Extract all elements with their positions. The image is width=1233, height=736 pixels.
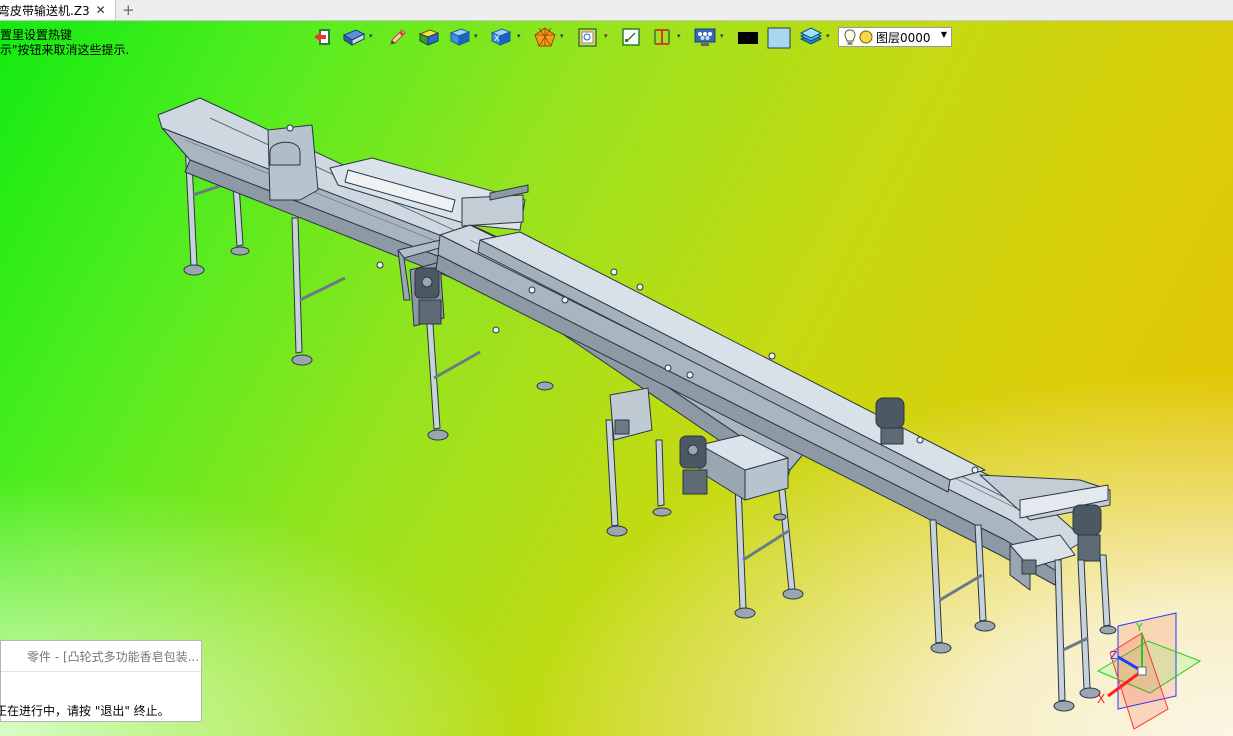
pen-icon[interactable] <box>388 27 408 47</box>
dropdown-arrow-icon[interactable]: ▾ <box>826 32 830 40</box>
color-swatch-black[interactable] <box>737 27 759 47</box>
panel-message: 正在进行中，请按 "退出" 终止。 <box>0 704 170 718</box>
y-axis-label: Y <box>1135 621 1143 634</box>
panel-divider <box>1 671 201 672</box>
3d-viewport[interactable]: 置里设置热键 示"按钮来取消这些提示. ▾ ▾ X ▾ ▾ ▾ ▾ ▾ ▾ 图层… <box>0 21 1233 736</box>
display-filter-icon[interactable] <box>693 27 717 47</box>
dropdown-arrow-icon[interactable]: ▾ <box>369 32 373 40</box>
dropdown-arrow-icon[interactable]: ▼ <box>941 30 947 39</box>
bulb-icon[interactable] <box>843 28 857 46</box>
progress-panel: 零件 - [凸轮式多功能香皂包装... 正在进行中，请按 "退出" 终止。 <box>0 640 202 722</box>
dropdown-arrow-icon[interactable]: ▾ <box>677 32 681 40</box>
dropdown-arrow-icon[interactable]: ▾ <box>720 32 724 40</box>
layer-stack-icon[interactable] <box>799 27 823 47</box>
tab-title: 弯皮带输送机.Z3 <box>0 3 90 18</box>
view-orient-icon[interactable]: X <box>490 27 514 47</box>
close-icon[interactable]: ✕ <box>96 3 106 17</box>
cube-icon[interactable] <box>449 27 471 47</box>
dropdown-arrow-icon[interactable]: ▾ <box>604 32 608 40</box>
render-mode-icon[interactable] <box>533 27 557 47</box>
box-icon[interactable] <box>418 27 440 47</box>
hint-line-2: 示"按钮来取消这些提示. <box>0 43 130 57</box>
clipboard-view-icon[interactable] <box>576 27 600 47</box>
svg-text:X: X <box>494 34 500 43</box>
panel-title: 零件 - [凸轮式多功能香皂包装... <box>27 650 200 664</box>
document-tab[interactable]: 弯皮带输送机.Z3 ✕ <box>0 0 116 20</box>
dropdown-arrow-icon[interactable]: ▾ <box>517 32 521 40</box>
dimension-icon[interactable] <box>652 27 672 47</box>
fit-view-icon[interactable] <box>621 27 641 47</box>
dropdown-arrow-icon[interactable]: ▾ <box>474 32 478 40</box>
exit-icon[interactable] <box>312 27 332 47</box>
view-display-icon[interactable] <box>342 27 366 47</box>
sun-icon[interactable] <box>859 30 873 44</box>
conveyor-model[interactable] <box>0 21 1233 736</box>
add-tab-icon[interactable]: + <box>122 1 135 19</box>
layer-select[interactable]: 图层0000 ▼ <box>838 27 952 47</box>
dropdown-arrow-icon[interactable]: ▾ <box>560 32 564 40</box>
tab-bar: 弯皮带输送机.Z3 ✕ + <box>0 0 1233 21</box>
z-axis-label: Z <box>1110 649 1118 662</box>
axis-triad[interactable]: Y X Z <box>1088 601 1208 731</box>
layer-name: 图层0000 <box>876 30 931 45</box>
x-axis-label: X <box>1097 692 1105 706</box>
color-swatch-blue[interactable] <box>767 27 791 49</box>
